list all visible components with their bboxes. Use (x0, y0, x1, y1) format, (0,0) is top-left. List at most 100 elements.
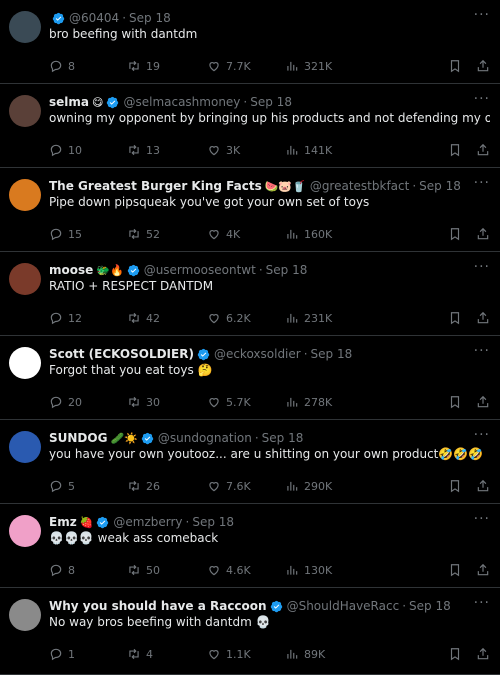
bookmark-icon[interactable] (448, 395, 462, 409)
reply-button[interactable]: 12 (49, 311, 127, 325)
retweet-button[interactable]: 30 (127, 395, 207, 409)
display-name[interactable]: selma (49, 95, 89, 109)
views-button[interactable]: 130K (285, 563, 385, 577)
timestamp[interactable]: Sep 18 (311, 347, 353, 361)
views-button[interactable]: 160K (285, 227, 385, 241)
user-handle[interactable]: @selmacashmoney (123, 95, 240, 109)
user-handle[interactable]: @greatestbkfact (310, 179, 410, 193)
share-icon[interactable] (476, 647, 490, 661)
separator: · (402, 599, 407, 613)
tweet[interactable]: moose 🐲🔥 @usermooseontwt · Sep 18 ··· RA… (0, 252, 500, 336)
avatar[interactable] (9, 263, 41, 295)
views-button[interactable]: 141K (285, 143, 385, 157)
views-icon (287, 481, 298, 491)
bookmark-icon[interactable] (448, 563, 462, 577)
more-icon[interactable]: ··· (474, 7, 490, 23)
display-name[interactable]: The Greatest Burger King Facts (49, 179, 262, 193)
views-button[interactable]: 89K (285, 647, 385, 661)
display-name[interactable]: SUNDOG (49, 431, 107, 445)
display-name[interactable]: Scott (ECKOSOLDIER) (49, 347, 194, 361)
user-handle[interactable]: @eckoxsoldier (214, 347, 301, 361)
tweet[interactable]: Scott (ECKOSOLDIER) @eckoxsoldier · Sep … (0, 336, 500, 420)
like-button[interactable]: 4K (207, 227, 285, 241)
bookmark-icon[interactable] (448, 647, 462, 661)
share-icon[interactable] (476, 395, 490, 409)
display-name[interactable]: Why you should have a Raccoon (49, 599, 267, 613)
retweet-button[interactable]: 4 (127, 647, 207, 661)
avatar[interactable] (9, 515, 41, 547)
like-button[interactable]: 7.6K (207, 479, 285, 493)
views-button[interactable]: 231K (285, 311, 385, 325)
share-icon[interactable] (476, 563, 490, 577)
timestamp[interactable]: Sep 18 (409, 599, 451, 613)
avatar[interactable] (9, 95, 41, 127)
tweet[interactable]: SUNDOG 🥒☀️ @sundognation · Sep 18 ··· yo… (0, 420, 500, 504)
more-icon[interactable]: ··· (474, 511, 490, 527)
bookmark-icon[interactable] (448, 311, 462, 325)
tweet[interactable]: Emz 🍓 @emzberry · Sep 18 ··· 💀💀💀 weak as… (0, 504, 500, 588)
retweet-button[interactable]: 19 (127, 59, 207, 73)
timestamp[interactable]: Sep 18 (262, 431, 304, 445)
timestamp[interactable]: Sep 18 (250, 95, 292, 109)
display-name[interactable]: Emz (49, 515, 77, 529)
reply-button[interactable]: 10 (49, 143, 127, 157)
user-handle[interactable]: @60404 (69, 11, 119, 25)
avatar[interactable] (9, 11, 41, 43)
tweet[interactable]: Why you should have a Raccoon @ShouldHav… (0, 588, 500, 675)
more-icon[interactable]: ··· (474, 427, 490, 443)
timestamp[interactable]: Sep 18 (419, 179, 461, 193)
more-icon[interactable]: ··· (474, 259, 490, 275)
tweet[interactable]: @60404 · Sep 18 ··· bro beefing with dan… (0, 0, 500, 84)
reply-button[interactable]: 1 (49, 647, 127, 661)
more-icon[interactable]: ··· (474, 175, 490, 191)
user-handle[interactable]: @usermooseontwt (144, 263, 256, 277)
like-button[interactable]: 7.7K (207, 59, 285, 73)
reply-button[interactable]: 8 (49, 563, 127, 577)
like-button[interactable]: 5.7K (207, 395, 285, 409)
reply-button[interactable]: 8 (49, 59, 127, 73)
retweet-button[interactable]: 26 (127, 479, 207, 493)
retweet-button[interactable]: 52 (127, 227, 207, 241)
bookmark-icon[interactable] (448, 227, 462, 241)
reply-button[interactable]: 15 (49, 227, 127, 241)
views-button[interactable]: 278K (285, 395, 385, 409)
share-icon[interactable] (476, 479, 490, 493)
more-icon[interactable]: ··· (474, 343, 490, 359)
share-icon[interactable] (476, 143, 490, 157)
share-icon[interactable] (476, 227, 490, 241)
heart-icon (209, 146, 219, 156)
share-icon[interactable] (476, 59, 490, 73)
views-icon (287, 229, 298, 239)
bookmark-icon[interactable] (448, 59, 462, 73)
views-button[interactable]: 290K (285, 479, 385, 493)
user-handle[interactable]: @ShouldHaveRacc (287, 599, 400, 613)
like-button[interactable]: 1.1K (207, 647, 285, 661)
timestamp[interactable]: Sep 18 (192, 515, 234, 529)
like-button[interactable]: 3K (207, 143, 285, 157)
reply-button[interactable]: 20 (49, 395, 127, 409)
retweet-button[interactable]: 42 (127, 311, 207, 325)
views-button[interactable]: 321K (285, 59, 385, 73)
separator: · (258, 263, 263, 277)
timestamp[interactable]: Sep 18 (266, 263, 308, 277)
retweet-button[interactable]: 13 (127, 143, 207, 157)
like-button[interactable]: 4.6K (207, 563, 285, 577)
retweet-button[interactable]: 50 (127, 563, 207, 577)
bookmark-icon[interactable] (448, 143, 462, 157)
reply-button[interactable]: 5 (49, 479, 127, 493)
more-icon[interactable]: ··· (474, 91, 490, 107)
share-icon[interactable] (476, 311, 490, 325)
more-icon[interactable]: ··· (474, 595, 490, 611)
display-name[interactable]: moose (49, 263, 93, 277)
tweet[interactable]: selma 😋 @selmacashmoney · Sep 18 ··· own… (0, 84, 500, 168)
timestamp[interactable]: Sep 18 (129, 11, 171, 25)
avatar[interactable] (9, 599, 41, 631)
like-button[interactable]: 6.2K (207, 311, 285, 325)
tweet[interactable]: The Greatest Burger King Facts 🍉🐷🥤 @grea… (0, 168, 500, 252)
avatar[interactable] (9, 431, 41, 463)
avatar[interactable] (9, 179, 41, 211)
user-handle[interactable]: @sundognation (158, 431, 252, 445)
user-handle[interactable]: @emzberry (113, 515, 182, 529)
avatar[interactable] (9, 347, 41, 379)
bookmark-icon[interactable] (448, 479, 462, 493)
